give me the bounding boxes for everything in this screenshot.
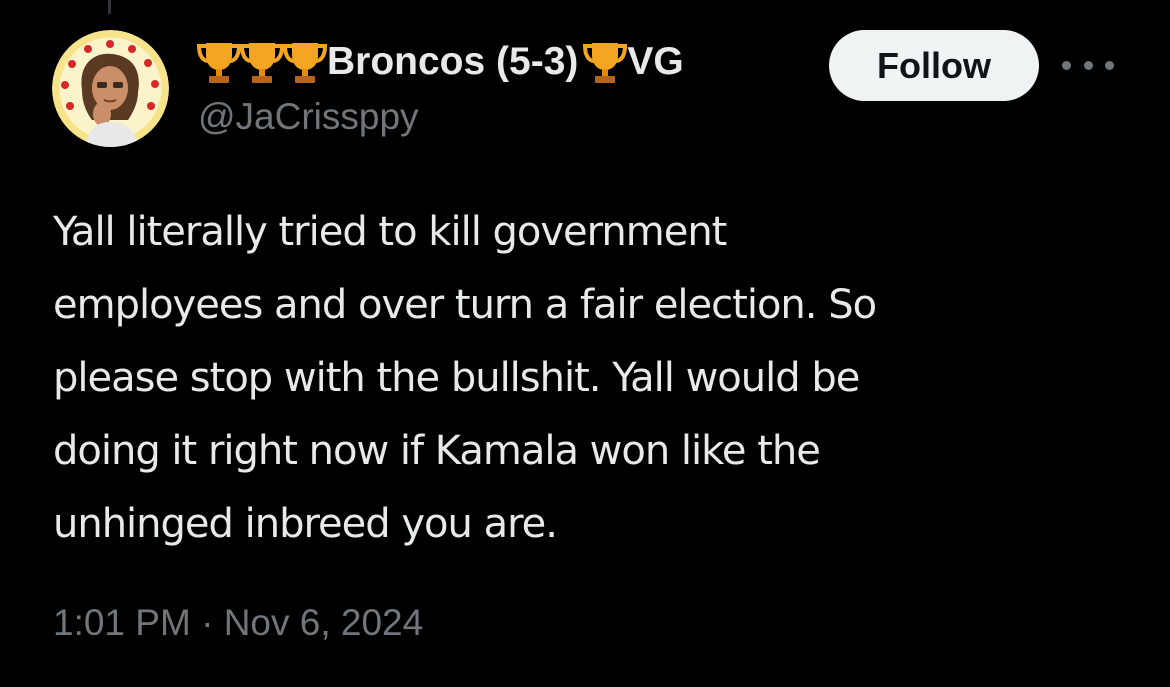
tweet-text-line: please stop with the bullshit. Yall woul… xyxy=(53,355,860,401)
tweet-time: 1:01 PM xyxy=(53,602,191,643)
more-dot xyxy=(1083,60,1093,70)
trophy-icon xyxy=(239,37,285,87)
tweet-text-line: employees and over turn a fair election.… xyxy=(53,282,877,328)
timestamp-separator: · xyxy=(201,602,214,643)
thread-connector-line xyxy=(108,0,111,14)
tweet-text-line: doing it right now if Kamala won like th… xyxy=(53,428,821,474)
user-name-row[interactable]: Broncos (5-3) VG xyxy=(196,34,684,90)
user-handle[interactable]: @JaCrissppy xyxy=(198,96,419,138)
avatar[interactable] xyxy=(52,30,169,147)
trophy-icon xyxy=(582,37,628,87)
trophy-icon xyxy=(282,37,328,87)
display-name-suffix: VG xyxy=(627,40,684,83)
tweet-body: Yall literally tried to kill government … xyxy=(53,196,1133,561)
trophy-icon xyxy=(196,37,242,87)
display-name: Broncos (5-3) xyxy=(327,40,579,83)
more-dot xyxy=(1105,60,1114,70)
bitmoji-avatar-icon xyxy=(52,30,169,147)
tweet-text-line: Yall literally tried to kill government xyxy=(53,209,727,255)
follow-button[interactable]: Follow xyxy=(829,30,1039,101)
tweet-text-line: unhinged inbreed you are. xyxy=(53,501,558,547)
more-dot xyxy=(1062,60,1071,70)
tweet-timestamp[interactable]: 1:01 PM · Nov 6, 2024 xyxy=(53,602,423,644)
more-options-icon[interactable] xyxy=(1062,52,1114,78)
tweet-date: Nov 6, 2024 xyxy=(223,602,424,643)
